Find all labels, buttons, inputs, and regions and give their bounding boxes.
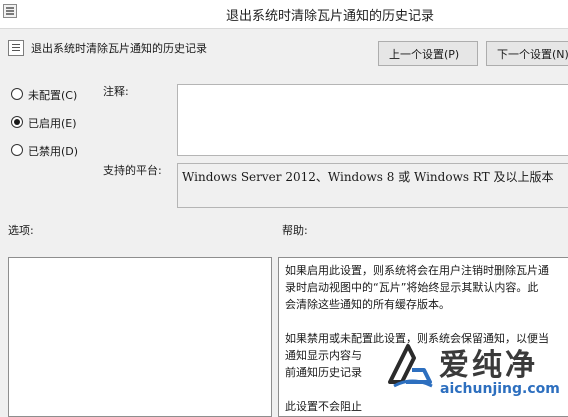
options-panel[interactable] [8,257,272,417]
supported-platform-value: Windows Server 2012、Windows 8 或 Windows … [177,163,568,208]
radio-circle[interactable] [11,88,23,100]
radio-circle[interactable] [11,144,23,156]
watermark-title: 爱纯净 [439,348,538,383]
next-setting-button[interactable]: 下一个设置(N) [486,41,568,66]
watermark: 爱纯净 aichunjing.com [384,338,568,405]
watermark-url: aichunjing.com [440,381,560,397]
help-label: 帮助: [282,224,308,237]
radio-label-not-configured: 未配置(C) [28,89,78,102]
radio-label-disabled: 已禁用(D) [28,145,79,158]
options-label: 选项: [8,224,34,237]
previous-setting-button[interactable]: 上一个设置(P) [378,41,478,66]
help-paragraph-enabled: 如果启用此设置，则系统将会在用户注销时删除瓦片通 录时启动视图中的“瓦片”将始终… [285,264,549,311]
comment-label: 注释: [103,85,129,98]
policy-setting-icon [8,40,24,56]
radio-label-enabled: 已启用(E) [28,117,77,130]
policy-name: 退出系统时清除瓦片通知的历史记录 [31,42,207,55]
comment-field[interactable] [177,84,568,156]
window-title: 退出系统时清除瓦片通知的历史记录 [226,9,435,24]
aichunjing-logo-icon [388,344,433,388]
group-policy-settings-icon [3,4,17,18]
supported-platform-label: 支持的平台: [103,164,162,177]
radio-circle-selected[interactable] [11,116,23,128]
title-bar: 退出系统时清除瓦片通知的历史记录 [0,0,568,29]
